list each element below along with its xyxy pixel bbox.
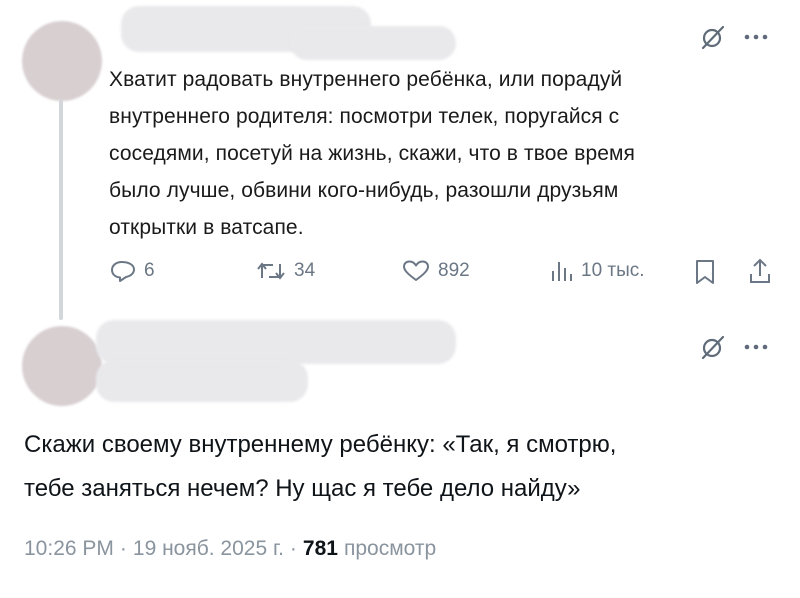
author-handle-redacted — [290, 26, 456, 60]
repost-count: 34 — [294, 260, 316, 281]
views-count: 781 — [302, 537, 338, 560]
author-name-redacted — [96, 320, 456, 364]
post-date[interactable]: 19 нояб. 2025 г. — [133, 537, 284, 561]
reply-button[interactable]: 6 — [110, 259, 155, 283]
grok-slash-icon[interactable] — [700, 334, 726, 360]
bookmark-button[interactable] — [694, 259, 716, 285]
views-button[interactable]: 10 тыс. — [549, 259, 645, 283]
post-1-top-icons — [700, 24, 768, 50]
share-icon — [748, 257, 772, 285]
reply-count: 6 — [144, 260, 155, 281]
meta-separator: · — [289, 537, 297, 560]
avatar[interactable] — [22, 326, 102, 406]
post-1-text: Хватит радовать внутреннего ребёнка, или… — [109, 68, 636, 239]
views-bars-icon — [549, 259, 573, 283]
reply-icon — [110, 259, 136, 283]
like-button[interactable]: 892 — [402, 259, 470, 283]
grok-slash-icon[interactable] — [700, 24, 726, 50]
repost-icon — [256, 259, 286, 283]
views-label: просмотр — [343, 537, 437, 560]
post-2-meta: 10:26 PM · 19 нояб. 2025 г. · 781 просмо… — [24, 537, 436, 561]
views-count: 10 тыс. — [581, 260, 645, 281]
post-time[interactable]: 10:26 PM — [24, 537, 114, 561]
bookmark-icon — [694, 259, 716, 285]
repost-button[interactable]: 34 — [256, 259, 315, 283]
like-count: 892 — [438, 260, 470, 281]
author-handle-redacted — [96, 360, 308, 402]
post-2-text: Скажи своему внутреннему ребёнку: «Так, … — [24, 431, 617, 502]
share-button[interactable] — [748, 257, 772, 285]
post-2-top-icons — [700, 334, 768, 360]
heart-icon — [402, 259, 430, 283]
meta-separator: · — [119, 537, 127, 560]
thread-connector-line — [59, 100, 63, 320]
avatar[interactable] — [22, 21, 102, 101]
more-dots-icon[interactable] — [744, 33, 768, 41]
more-dots-icon[interactable] — [744, 343, 768, 351]
